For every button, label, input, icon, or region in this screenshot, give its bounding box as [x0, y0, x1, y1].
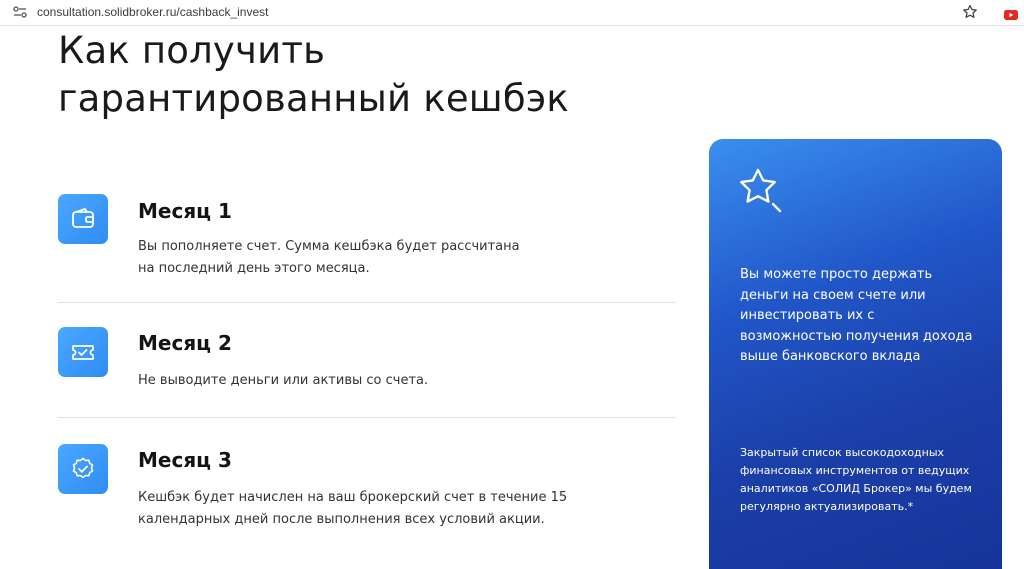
- star-icon: [737, 165, 785, 213]
- step-month-3: Месяц 3 Кешбэк будет начислен на ваш бро…: [58, 444, 676, 544]
- step-description-line: Не выводите деньги или активы со счета.: [138, 373, 429, 388]
- step-description: Вы пополняете счет. Сумма кешбэка будет …: [138, 236, 568, 280]
- step-description-line: Вы пополняете счет. Сумма кешбэка будет …: [138, 239, 520, 254]
- badge-check-icon: [58, 444, 108, 494]
- page-title-line-2: гарантированный кешбэк: [58, 77, 569, 120]
- page-title: Как получить гарантированный кешбэк: [58, 27, 569, 123]
- step-month-2: Месяц 2 Не выводите деньги или активы со…: [58, 327, 676, 397]
- wallet-icon: [58, 194, 108, 244]
- step-description: Кешбэк будет начислен на ваш брокерский …: [138, 487, 568, 531]
- step-description-line: на последний день этого месяца.: [138, 261, 370, 276]
- ticket-check-icon: [58, 327, 108, 377]
- step-description-line: календарных дней после выполнения всех у…: [138, 512, 545, 527]
- info-card: Вы можете просто держать деньги на своем…: [709, 139, 1002, 569]
- page-title-line-1: Как получить: [58, 29, 326, 72]
- browser-address-bar: consultation.solidbroker.ru/cashback_inv…: [0, 0, 1024, 26]
- youtube-extension-icon[interactable]: [1004, 7, 1018, 20]
- step-title: Месяц 1: [138, 199, 232, 223]
- divider: [58, 417, 676, 418]
- url-text[interactable]: consultation.solidbroker.ru/cashback_inv…: [37, 5, 268, 19]
- card-footnote: Закрытый список высокодоходных финансовы…: [740, 446, 972, 513]
- divider: [58, 302, 676, 303]
- site-info-icon[interactable]: [12, 4, 28, 20]
- step-title: Месяц 3: [138, 448, 232, 472]
- card-main-text: Вы можете просто держать деньги на своем…: [740, 267, 973, 364]
- step-description-line: Кешбэк будет начислен на ваш брокерский …: [138, 490, 568, 505]
- step-month-1: Месяц 1 Вы пополняете счет. Сумма кешбэк…: [58, 194, 676, 294]
- bookmark-star-icon[interactable]: [962, 4, 978, 20]
- step-description: Не выводите деньги или активы со счета.: [138, 370, 568, 392]
- step-title: Месяц 2: [138, 331, 232, 355]
